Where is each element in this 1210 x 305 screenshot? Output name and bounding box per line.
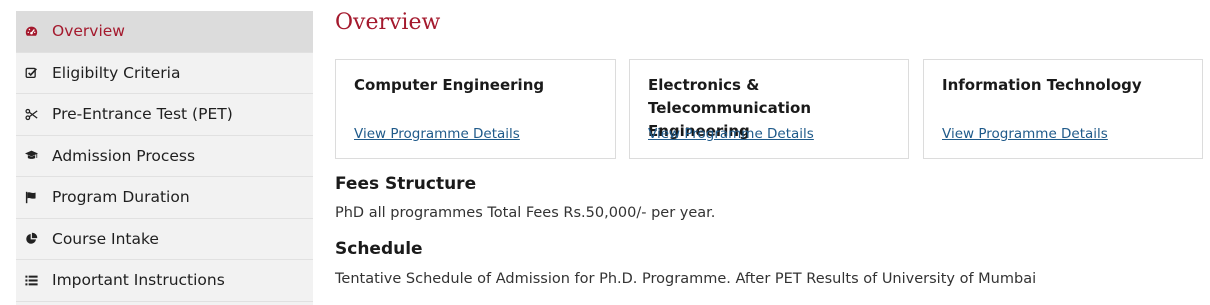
programme-title-line: Electronics & bbox=[648, 76, 760, 94]
sidebar-nav: Overview Eligibilty Criteria Pre-Entranc… bbox=[16, 11, 313, 305]
view-programme-details-link[interactable]: View Programme Details bbox=[942, 126, 1108, 142]
fees-structure-heading: Fees Structure bbox=[335, 174, 477, 194]
view-programme-details-link[interactable]: View Programme Details bbox=[648, 126, 814, 142]
programme-card-electronics-telecommunication: Electronics & Telecommunication Engineer… bbox=[629, 59, 909, 159]
checkbox-icon bbox=[24, 66, 38, 80]
sidebar-item-eligibility[interactable]: Eligibilty Criteria bbox=[16, 53, 313, 94]
page: Overview Eligibilty Criteria Pre-Entranc… bbox=[0, 0, 1210, 305]
scissors-icon bbox=[24, 107, 38, 121]
sidebar-item-pet[interactable]: Pre-Entrance Test (PET) bbox=[16, 94, 313, 136]
sidebar-item-important-instructions[interactable]: Important Instructions bbox=[16, 260, 313, 302]
list-icon bbox=[24, 273, 38, 287]
programme-card-information-technology: Information Technology View Programme De… bbox=[923, 59, 1203, 159]
graduation-cap-icon bbox=[24, 149, 38, 163]
sidebar-item-overview[interactable]: Overview bbox=[16, 11, 313, 53]
fees-structure-text: PhD all programmes Total Fees Rs.50,000/… bbox=[335, 205, 716, 221]
sidebar-item-program-duration[interactable]: Program Duration bbox=[16, 177, 313, 219]
schedule-text: Tentative Schedule of Admission for Ph.D… bbox=[335, 271, 1037, 287]
sidebar-item-label: Important Instructions bbox=[52, 271, 225, 290]
programme-title: Information Technology bbox=[942, 74, 1190, 97]
schedule-heading: Schedule bbox=[335, 239, 423, 259]
page-title: Overview bbox=[335, 10, 441, 35]
sidebar-item-label: Pre-Entrance Test (PET) bbox=[52, 105, 233, 124]
sidebar-item-label: Course Intake bbox=[52, 229, 159, 248]
programme-title-line: Computer Engineering bbox=[354, 76, 545, 94]
sidebar-item-label: Admission Process bbox=[52, 146, 196, 165]
dashboard-icon bbox=[24, 24, 38, 38]
view-programme-details-link[interactable]: View Programme Details bbox=[354, 126, 520, 142]
programme-card-computer-engineering: Computer Engineering View Programme Deta… bbox=[335, 59, 616, 159]
programme-title: Computer Engineering bbox=[354, 74, 603, 97]
pie-chart-icon bbox=[24, 232, 38, 246]
programme-title-line: Information Technology bbox=[942, 76, 1142, 94]
sidebar-item-label: Overview bbox=[52, 22, 125, 41]
sidebar-item-course-intake[interactable]: Course Intake bbox=[16, 219, 313, 260]
sidebar-item-admission-process[interactable]: Admission Process bbox=[16, 136, 313, 177]
flag-icon bbox=[24, 190, 38, 204]
sidebar-item-label: Program Duration bbox=[52, 188, 190, 207]
sidebar-item-label: Eligibilty Criteria bbox=[52, 63, 181, 82]
